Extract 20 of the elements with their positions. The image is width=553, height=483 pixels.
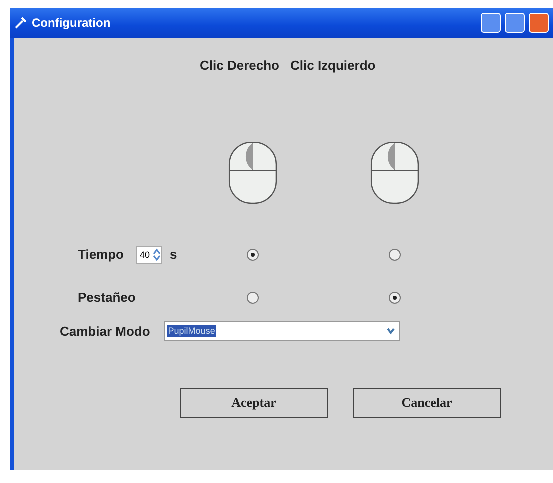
spin-arrows-icon bbox=[153, 248, 162, 262]
mode-label: Cambiar Modo bbox=[60, 324, 150, 338]
unit-label: s bbox=[170, 247, 178, 262]
column-header: Clic Izquierdo bbox=[290, 58, 376, 73]
dialog-button[interactable]: Cancelar bbox=[353, 388, 501, 418]
minimize-button[interactable] bbox=[481, 13, 501, 33]
row-label: Tiempo bbox=[78, 247, 124, 262]
close-button[interactable] bbox=[529, 13, 549, 33]
number-spinner[interactable]: 40 bbox=[136, 246, 162, 264]
maximize-button[interactable] bbox=[505, 13, 525, 33]
mode-dropdown[interactable]: PupilMouse bbox=[164, 321, 400, 341]
dialog-button[interactable]: Aceptar bbox=[180, 388, 328, 418]
window-title: Configuration bbox=[32, 16, 112, 30]
radio-button[interactable] bbox=[247, 292, 259, 304]
column-header: Clic Derecho bbox=[200, 58, 280, 73]
radio-button[interactable] bbox=[389, 248, 401, 260]
radio-button[interactable] bbox=[247, 248, 259, 260]
wrench-icon bbox=[14, 16, 28, 30]
radio-button[interactable] bbox=[389, 292, 401, 304]
row-label: Pestañeo bbox=[78, 290, 136, 305]
